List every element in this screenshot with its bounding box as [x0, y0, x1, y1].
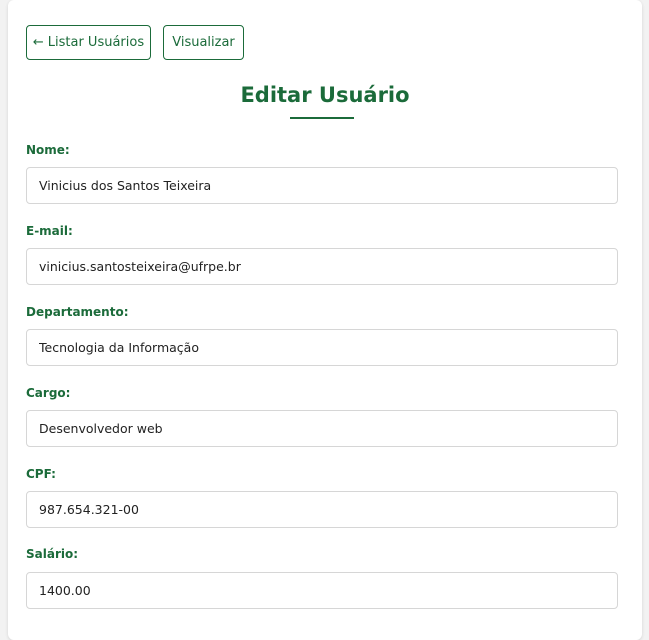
role-field[interactable] [26, 410, 618, 447]
salary-label: Salário: [26, 547, 79, 561]
name-field[interactable] [26, 167, 618, 204]
page-title: Editar Usuário [240, 83, 410, 107]
list-users-label: Listar Usuários [47, 35, 145, 50]
edit-user-card: ← Listar Usuários Visualizar Editar Usuá… [8, 0, 642, 640]
salary-field[interactable] [26, 572, 618, 609]
cpf-field[interactable] [26, 491, 618, 528]
list-users-button[interactable]: ← Listar Usuários [26, 25, 151, 60]
arrow-left-icon: ← [32, 35, 44, 50]
name-label: Nome: [26, 143, 70, 157]
department-field[interactable] [26, 329, 618, 366]
cpf-label: CPF: [26, 467, 56, 481]
email-label: E-mail: [26, 224, 73, 238]
role-label: Cargo: [26, 386, 71, 400]
email-field[interactable] [26, 248, 618, 285]
department-label: Departamento: [26, 305, 129, 319]
view-user-button[interactable]: Visualizar [163, 25, 244, 60]
title-underline [290, 117, 354, 119]
view-user-label: Visualizar [172, 35, 235, 50]
